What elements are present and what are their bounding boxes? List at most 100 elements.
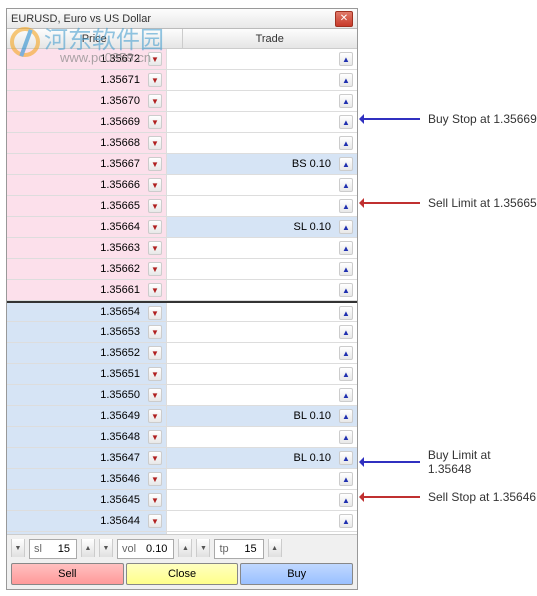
chevron-up-icon[interactable]: ▲	[339, 262, 353, 276]
vol-down-button[interactable]: ▼	[99, 539, 113, 557]
chevron-up-icon[interactable]: ▲	[339, 325, 353, 339]
trade-cell[interactable]: ▲	[167, 490, 357, 510]
price-cell[interactable]: 1.35664▼	[7, 217, 167, 237]
chevron-up-icon[interactable]: ▲	[339, 346, 353, 360]
chevron-down-icon[interactable]: ▼	[148, 514, 162, 528]
price-cell[interactable]: 1.35670▼	[7, 91, 167, 111]
chevron-up-icon[interactable]: ▲	[339, 136, 353, 150]
price-cell[interactable]: 1.35669▼	[7, 112, 167, 132]
chevron-down-icon[interactable]: ▼	[148, 493, 162, 507]
vol-up-button[interactable]: ▲	[178, 539, 192, 557]
sell-button[interactable]: Sell	[11, 563, 124, 585]
chevron-down-icon[interactable]: ▼	[148, 409, 162, 423]
chevron-down-icon[interactable]: ▼	[148, 388, 162, 402]
trade-cell[interactable]: ▲	[167, 259, 357, 279]
chevron-down-icon[interactable]: ▼	[148, 136, 162, 150]
trade-cell[interactable]: ▲	[167, 238, 357, 258]
sl-up-button[interactable]: ▲	[81, 539, 95, 557]
chevron-down-icon[interactable]: ▼	[148, 94, 162, 108]
trade-cell[interactable]: ▲	[167, 322, 357, 342]
chevron-up-icon[interactable]: ▲	[339, 199, 353, 213]
price-cell[interactable]: 1.35647▼	[7, 448, 167, 468]
price-cell[interactable]: 1.35667▼	[7, 154, 167, 174]
chevron-up-icon[interactable]: ▲	[339, 409, 353, 423]
price-cell[interactable]: 1.35652▼	[7, 343, 167, 363]
price-cell[interactable]: 1.35646▼	[7, 469, 167, 489]
chevron-down-icon[interactable]: ▼	[148, 283, 162, 297]
chevron-down-icon[interactable]: ▼	[148, 472, 162, 486]
chevron-up-icon[interactable]: ▲	[339, 220, 353, 234]
trade-cell[interactable]: SL 0.10▲	[167, 217, 357, 237]
tp-spinner[interactable]: tp 15	[214, 539, 263, 559]
price-cell[interactable]: 1.35653▼	[7, 322, 167, 342]
trade-cell[interactable]: ▲	[167, 70, 357, 90]
chevron-up-icon[interactable]: ▲	[339, 94, 353, 108]
price-cell[interactable]: 1.35650▼	[7, 385, 167, 405]
vol-spinner[interactable]: vol 0.10	[117, 539, 174, 559]
chevron-down-icon[interactable]: ▼	[148, 157, 162, 171]
chevron-down-icon[interactable]: ▼	[148, 220, 162, 234]
tp-up-button[interactable]: ▲	[268, 539, 282, 557]
trade-cell[interactable]: ▲	[167, 427, 357, 447]
price-cell[interactable]: 1.35668▼	[7, 133, 167, 153]
chevron-down-icon[interactable]: ▼	[148, 346, 162, 360]
chevron-down-icon[interactable]: ▼	[148, 199, 162, 213]
buy-button[interactable]: Buy	[240, 563, 353, 585]
chevron-down-icon[interactable]: ▼	[148, 52, 162, 66]
trade-cell[interactable]: ▲	[167, 385, 357, 405]
chevron-down-icon[interactable]: ▼	[148, 325, 162, 339]
trade-cell[interactable]: BS 0.10▲	[167, 154, 357, 174]
trade-cell[interactable]: ▲	[167, 343, 357, 363]
price-cell[interactable]: 1.35666▼	[7, 175, 167, 195]
chevron-down-icon[interactable]: ▼	[148, 262, 162, 276]
trade-cell[interactable]: ▲	[167, 303, 357, 321]
chevron-up-icon[interactable]: ▲	[339, 472, 353, 486]
chevron-up-icon[interactable]: ▲	[339, 514, 353, 528]
trade-cell[interactable]: BL 0.10▲	[167, 406, 357, 426]
chevron-up-icon[interactable]: ▲	[339, 241, 353, 255]
trade-cell[interactable]: ▲	[167, 91, 357, 111]
chevron-up-icon[interactable]: ▲	[339, 178, 353, 192]
tp-down-button[interactable]: ▼	[196, 539, 210, 557]
trade-cell[interactable]: ▲	[167, 49, 357, 69]
trade-cell[interactable]: ▲	[167, 280, 357, 300]
chevron-down-icon[interactable]: ▼	[148, 367, 162, 381]
chevron-up-icon[interactable]: ▲	[339, 493, 353, 507]
chevron-up-icon[interactable]: ▲	[339, 430, 353, 444]
chevron-down-icon[interactable]: ▼	[148, 73, 162, 87]
chevron-up-icon[interactable]: ▲	[339, 367, 353, 381]
trade-cell[interactable]: ▲	[167, 364, 357, 384]
sl-down-button[interactable]: ▼	[11, 539, 25, 557]
chevron-down-icon[interactable]: ▼	[148, 115, 162, 129]
chevron-down-icon[interactable]: ▼	[148, 178, 162, 192]
price-cell[interactable]: 1.35665▼	[7, 196, 167, 216]
trade-cell[interactable]: ▲	[167, 112, 357, 132]
trade-cell[interactable]: BL 0.10▲	[167, 448, 357, 468]
price-cell[interactable]: 1.35648▼	[7, 427, 167, 447]
price-cell[interactable]: 1.35645▼	[7, 490, 167, 510]
trade-cell[interactable]: ▲	[167, 133, 357, 153]
chevron-down-icon[interactable]: ▼	[148, 430, 162, 444]
chevron-up-icon[interactable]: ▲	[339, 115, 353, 129]
price-cell[interactable]: 1.35654▼	[7, 303, 167, 321]
close-button[interactable]: ✕	[335, 11, 353, 27]
price-cell[interactable]: 1.35651▼	[7, 364, 167, 384]
chevron-up-icon[interactable]: ▲	[339, 52, 353, 66]
chevron-up-icon[interactable]: ▲	[339, 388, 353, 402]
price-cell[interactable]: 1.35672▼	[7, 49, 167, 69]
price-cell[interactable]: 1.35661▼	[7, 280, 167, 300]
sl-spinner[interactable]: sl 15	[29, 539, 77, 559]
chevron-down-icon[interactable]: ▼	[148, 241, 162, 255]
chevron-up-icon[interactable]: ▲	[339, 451, 353, 465]
trade-cell[interactable]: ▲	[167, 196, 357, 216]
price-cell[interactable]: 1.35663▼	[7, 238, 167, 258]
trade-cell[interactable]: ▲	[167, 469, 357, 489]
price-cell[interactable]: 1.35649▼	[7, 406, 167, 426]
close-position-button[interactable]: Close	[126, 563, 239, 585]
chevron-up-icon[interactable]: ▲	[339, 306, 353, 320]
price-cell[interactable]: 1.35644▼	[7, 511, 167, 531]
chevron-down-icon[interactable]: ▼	[148, 451, 162, 465]
price-cell[interactable]: 1.35671▼	[7, 70, 167, 90]
price-cell[interactable]: 1.35662▼	[7, 259, 167, 279]
chevron-up-icon[interactable]: ▲	[339, 157, 353, 171]
